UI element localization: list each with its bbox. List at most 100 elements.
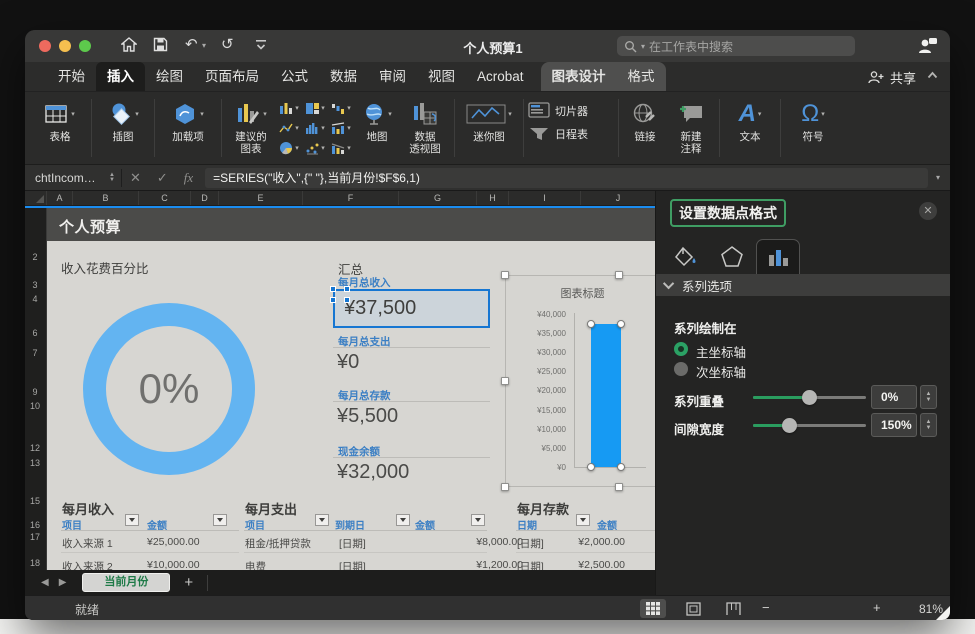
column-chart-button[interactable]: ▾ <box>279 102 299 115</box>
tab-insert[interactable]: 插入 <box>96 62 145 91</box>
account-avatar-icon[interactable] <box>916 35 938 57</box>
formula-bar-expand-caret[interactable]: ▾ <box>936 173 940 182</box>
gap-width-slider-thumb[interactable] <box>782 418 797 433</box>
chart-resize-handle[interactable] <box>501 377 509 385</box>
row-header[interactable]: 2 <box>25 252 45 262</box>
chart-resize-handle[interactable] <box>615 271 623 279</box>
scatter-chart-button[interactable]: ▾ <box>305 142 325 155</box>
zoom-out-button[interactable]: − <box>762 600 770 615</box>
series-options-section-header[interactable]: 系列选项 <box>656 274 950 296</box>
sparkline-button[interactable]: ▾ 迷你图 <box>459 97 519 143</box>
expense-row-item[interactable]: 电费 <box>245 559 266 570</box>
column-header-c[interactable]: C <box>139 191 191 205</box>
chart-resize-handle[interactable] <box>615 483 623 491</box>
chart-resize-handle[interactable] <box>501 271 509 279</box>
secondary-axis-radio[interactable] <box>674 362 688 376</box>
search-input[interactable]: ▾ 在工作表中搜索 <box>617 36 855 56</box>
pie-chart-button[interactable]: ▾ <box>279 141 299 155</box>
income-row-amount[interactable]: ¥10,000.00 <box>147 559 200 570</box>
zoom-in-button[interactable]: + <box>873 600 881 615</box>
percent-spent-donut-chart[interactable]: 0% <box>83 303 255 475</box>
text-button[interactable]: A▾ 文本 <box>724 97 776 143</box>
gap-width-stepper[interactable]: ▲▼ <box>920 413 937 437</box>
formula-input[interactable]: =SERIES("收入",{" "},当前月份!$F$6,1) <box>205 168 928 188</box>
total-savings-value[interactable]: ¥5,500 <box>337 405 398 428</box>
zoom-window-button[interactable] <box>79 40 91 52</box>
income-row-item[interactable]: 收入来源 1 <box>62 536 113 551</box>
select-all-corner[interactable] <box>25 191 47 205</box>
row-header[interactable]: 13 <box>25 458 45 468</box>
selection-handle[interactable] <box>344 297 350 303</box>
income-bar[interactable] <box>591 324 621 467</box>
series-options-tab[interactable] <box>756 239 800 274</box>
column-header-j[interactable]: J <box>581 191 655 205</box>
fill-line-tab[interactable] <box>664 239 708 274</box>
maps-button[interactable]: ▾ 地图 <box>354 97 400 143</box>
savings-row-amount[interactable]: ¥2,000.00 <box>555 536 625 548</box>
tab-draw[interactable]: 绘图 <box>145 62 194 91</box>
income-row-item[interactable]: 收入来源 2 <box>62 559 113 570</box>
line-chart-button[interactable]: ▾ <box>279 122 299 135</box>
pivot-chart-button[interactable]: 数据 透视图 <box>400 97 450 155</box>
name-box[interactable]: chtIncom… <box>25 171 109 185</box>
cancel-entry-icon[interactable]: ✕ <box>130 170 141 186</box>
column-header-e[interactable]: E <box>219 191 303 205</box>
funnel-chart-button[interactable]: ▾ <box>331 142 351 155</box>
histogram-chart-button[interactable]: ▾ <box>305 122 325 135</box>
link-button[interactable]: 链接 <box>623 97 667 143</box>
expense-row-due[interactable]: [日期] <box>339 536 366 551</box>
selected-income-cell[interactable]: ¥37,500 <box>333 289 490 328</box>
filter-dropdown-button[interactable] <box>471 514 485 526</box>
column-header-d[interactable]: D <box>191 191 219 205</box>
data-point-handle[interactable] <box>587 463 595 471</box>
window-resize-grip[interactable] <box>936 606 950 620</box>
filter-dropdown-button[interactable] <box>315 514 329 526</box>
symbol-button[interactable]: Ω▾ 符号 <box>785 97 841 143</box>
insert-function-icon[interactable]: fx <box>184 170 193 186</box>
tab-acrobat[interactable]: Acrobat <box>466 62 535 91</box>
worksheet-grid[interactable]: A B C D E F G H I J 2 3 4 6 7 9 10 12 <box>25 191 655 570</box>
next-sheet-arrow[interactable]: ▶ <box>59 577 67 588</box>
data-point-handle[interactable] <box>617 463 625 471</box>
row-header[interactable]: 6 <box>25 328 45 338</box>
column-header-b[interactable]: B <box>73 191 139 205</box>
tab-page-layout[interactable]: 页面布局 <box>194 62 270 91</box>
total-expense-value[interactable]: ¥0 <box>337 351 359 374</box>
chart-resize-handle[interactable] <box>501 483 509 491</box>
slicer-button[interactable]: 切片器 <box>528 102 614 120</box>
column-header-i[interactable]: I <box>509 191 581 205</box>
tab-view[interactable]: 视图 <box>417 62 466 91</box>
expense-row-item[interactable]: 租金/抵押贷款 <box>245 536 311 551</box>
recommended-charts-button[interactable]: ▾ 建议的 图表 <box>226 97 276 155</box>
embedded-bar-chart[interactable]: 图表标题 ¥40,000 ¥35,000 ¥30,000 ¥25,000 ¥20… <box>505 275 655 487</box>
filter-dropdown-button[interactable] <box>213 514 227 526</box>
chart-title[interactable]: 图表标题 <box>506 285 655 301</box>
selection-handle[interactable] <box>344 286 350 292</box>
save-icon[interactable] <box>153 37 168 52</box>
share-button[interactable]: 共享 <box>868 62 916 92</box>
row-header[interactable]: 7 <box>25 348 45 358</box>
active-sheet-tab[interactable]: 当前月份 <box>82 573 170 592</box>
add-sheet-button[interactable]: + <box>184 574 193 591</box>
series-overlap-slider-thumb[interactable] <box>802 390 817 405</box>
tab-formulas[interactable]: 公式 <box>270 62 319 91</box>
series-overlap-value[interactable]: 0% <box>871 385 917 409</box>
row-header[interactable]: 15 <box>25 496 45 506</box>
row-header[interactable]: 10 <box>25 401 45 411</box>
primary-axis-radio[interactable] <box>674 342 688 356</box>
timeline-button[interactable]: 日程表 <box>528 126 614 142</box>
close-window-button[interactable] <box>39 40 51 52</box>
combo-chart-button[interactable]: ▾ <box>331 122 351 135</box>
selection-handle[interactable] <box>330 297 336 303</box>
savings-row-date[interactable]: [日期] <box>517 559 544 570</box>
tab-home[interactable]: 开始 <box>47 62 96 91</box>
addins-button[interactable]: ▾ 加载项 <box>159 97 217 143</box>
search-scope-caret[interactable]: ▾ <box>641 42 645 51</box>
effects-tab[interactable] <box>710 239 754 274</box>
gap-width-value[interactable]: 150% <box>871 413 917 437</box>
savings-row-date[interactable]: [日期] <box>517 536 544 551</box>
expense-row-amount[interactable]: ¥1,200.00 <box>445 559 523 570</box>
customize-toolbar-icon[interactable] <box>255 39 267 51</box>
treemap-chart-button[interactable]: ▾ <box>305 102 325 115</box>
name-box-stepper[interactable]: ▲▼ <box>109 173 115 183</box>
